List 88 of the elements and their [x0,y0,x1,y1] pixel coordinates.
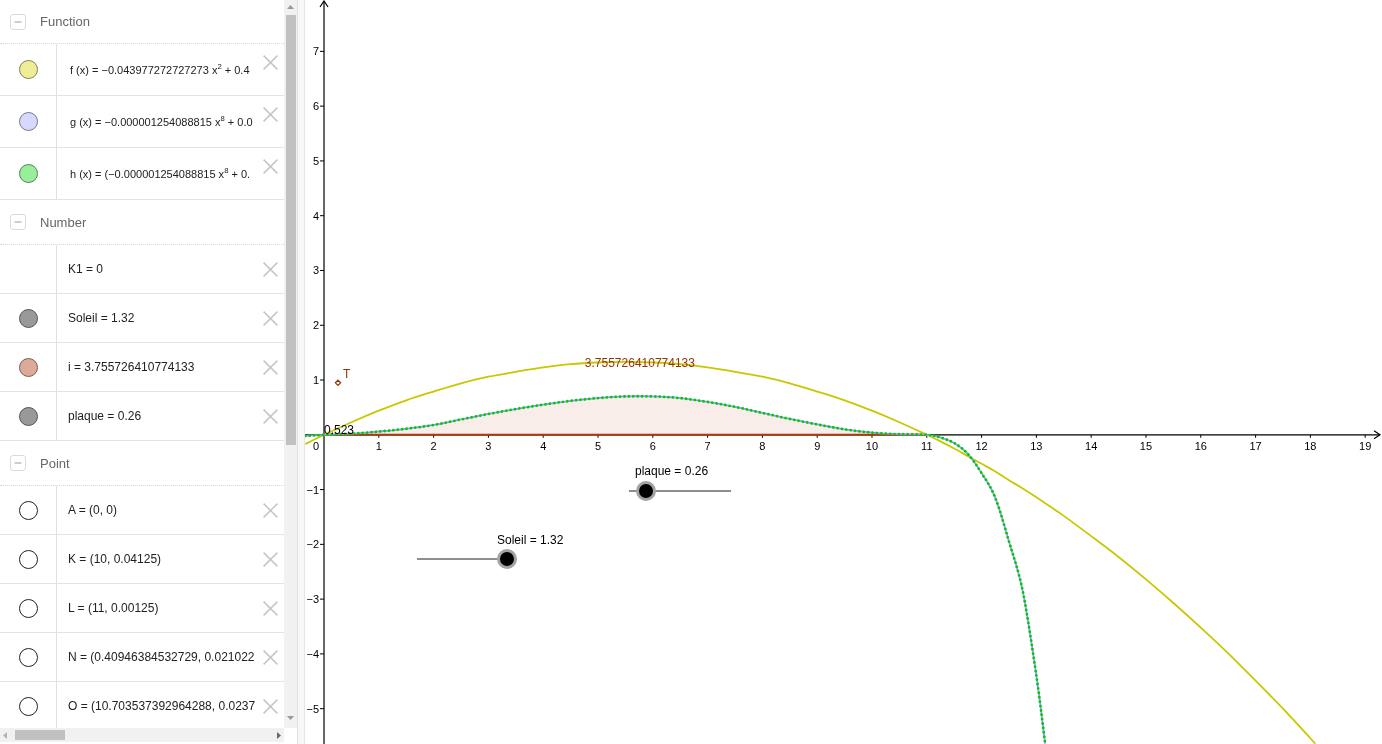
axis-tick-label: 11 [921,439,933,452]
axis-tick-label: −2 [306,538,319,551]
axis-tick-label: 9 [814,439,821,452]
axis-tick-label: 17 [1249,439,1262,452]
axis-tick-label: 13 [1030,439,1043,452]
axis-tick-label: 3 [485,439,492,452]
circle-icon[interactable] [18,696,38,716]
collapse-icon[interactable] [10,455,26,471]
axis-tick-label: 8 [759,439,766,452]
color-dot-icon[interactable] [18,406,38,426]
close-icon[interactable] [263,310,278,326]
diamond-marker-icon[interactable] [334,379,342,387]
close-icon[interactable] [263,359,278,375]
axis-tick-label: 12 [975,439,988,452]
close-icon[interactable] [263,261,278,277]
circle-icon[interactable] [18,647,38,667]
slider-thumb[interactable] [636,481,657,501]
vertical-scrollbar[interactable] [284,0,297,728]
expression-text: i = 3.755726410774133 [68,360,195,374]
axis-tick-label: 7 [704,439,711,452]
color-dot-icon[interactable] [18,308,38,328]
color-dot-icon[interactable] [18,112,38,131]
close-icon[interactable] [263,600,278,616]
close-icon[interactable] [263,551,278,567]
circle-icon[interactable] [18,549,38,569]
collapse-icon[interactable] [10,214,26,230]
close-icon[interactable] [263,502,278,518]
slider-label: Soleil = 1.32 [497,532,564,548]
axis-tick-label: −5 [306,702,319,715]
axis-tick-label: 3 [312,264,319,277]
expression-text: K = (10, 0.04125) [68,552,162,566]
axis-tick-label: 10 [865,439,879,452]
axis-tick-label: 19 [1359,439,1372,452]
axis-tick-label: −1 [306,483,319,496]
scroll-left-arrow-icon[interactable] [3,731,7,739]
expression-text: h (x) = (−0.000001254088815 x$^{8}$ + 0. [70,167,251,180]
close-icon[interactable] [263,107,278,122]
close-icon[interactable] [263,55,278,70]
axis-tick-label: 16 [1194,439,1207,452]
axis-tick-label: 1 [375,439,382,452]
expression-text: plaque = 0.26 [68,409,142,423]
color-dot-icon[interactable] [18,60,38,79]
point-label: T [343,366,351,381]
axis-tick-label: 5 [594,439,602,452]
color-dot-icon[interactable] [18,164,38,183]
scrollbar-thumb[interactable] [285,15,296,445]
axis-tick-label: 2 [312,319,319,332]
scrollbar-thumb[interactable] [15,730,65,740]
axis-tick-label: 14 [1085,439,1098,452]
origin-label: 0 [312,439,320,452]
color-dot-icon[interactable] [18,357,38,377]
axis-tick-label: 6 [649,439,656,452]
close-icon[interactable] [263,698,278,714]
splitter-bar[interactable] [297,0,305,744]
axis-tick-label: 2 [430,439,437,452]
collapse-icon[interactable] [10,13,26,30]
scroll-right-arrow-icon[interactable] [277,731,281,739]
section-title: Point [40,455,70,471]
axis-tick-label: 1 [312,374,319,386]
circle-icon[interactable] [18,500,38,520]
expression-text: Soleil = 1.32 [68,311,135,325]
axis-tick-label: 18 [1304,439,1317,452]
axis-tick-label: 7 [312,45,319,58]
slider-thumb[interactable] [497,549,517,569]
axis-tick-label: 6 [312,100,319,113]
axis-tick-label: −3 [306,593,319,606]
close-icon[interactable] [263,649,278,665]
circle-icon[interactable] [18,598,38,618]
expression-text: L = (11, 0.00125) [68,601,159,615]
axis-tick-label: −4 [306,647,319,660]
expression-text: g (x) = −0.000001254088815 x$^{8}$ + 0.0 [70,115,253,128]
scroll-down-arrow-icon[interactable] [287,716,294,720]
axis-tick-label: 4 [540,439,547,452]
horizontal-scrollbar[interactable] [0,728,284,742]
expression-text: O = (10.703537392964288, 0.0237 [68,699,256,713]
section-title: Number [40,214,87,230]
axis-tick-label: 4 [312,209,319,222]
expression-text: A = (0, 0) [68,503,118,517]
axis-tick-label: 5 [312,154,319,167]
expression-text: K1 = 0 [68,262,104,276]
close-icon[interactable] [263,159,278,174]
close-icon[interactable] [263,408,278,424]
section-title: Function [40,14,90,29]
expression-text: f (x) = −0.043977272727273 x$^{2}$ + 0.4 [70,63,250,76]
slider-label: plaque = 0.26 [635,463,709,479]
expression-text: N = (0.40946384532729, 0.021022 [68,650,255,664]
axis-tick-label: 15 [1139,439,1153,452]
scroll-up-arrow-icon[interactable] [287,5,294,9]
